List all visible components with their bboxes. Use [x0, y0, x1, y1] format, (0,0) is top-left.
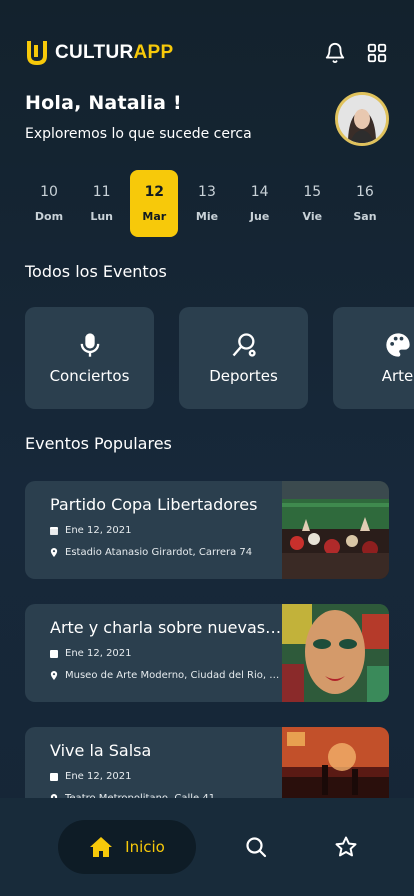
- location-pin-icon: [50, 671, 58, 680]
- category-label: Conciertos: [49, 367, 130, 385]
- microphone-icon: [80, 333, 99, 357]
- category-card-deportes[interactable]: Deportes: [179, 307, 308, 409]
- event-info: Arte y charla sobre nuevas tendencias En…: [50, 618, 282, 681]
- event-info: Vive la Salsa Ene 12, 2021 Teatro Metrop…: [50, 741, 282, 804]
- category-label: Deportes: [209, 367, 278, 385]
- event-card[interactable]: Arte y charla sobre nuevas tendencias En…: [25, 604, 389, 702]
- date-number: 10: [40, 184, 58, 200]
- date-number: 12: [144, 184, 165, 200]
- date-item[interactable]: 10 Dom: [25, 170, 73, 237]
- event-location-text: Estadio Atanasio Girardot, Carrera 74: [65, 547, 253, 558]
- event-date: Ene 12, 2021: [50, 771, 282, 782]
- app-screen: CULTURAPP Hola, Natalia ! Exploremos lo …: [0, 0, 414, 896]
- user-photo: [338, 95, 386, 143]
- star-icon[interactable]: [334, 835, 358, 859]
- search-icon[interactable]: [244, 835, 268, 859]
- event-date-text: Ene 12, 2021: [65, 771, 132, 782]
- bell-icon: [325, 43, 345, 64]
- grid-icon: [367, 43, 387, 63]
- date-day: Mar: [142, 210, 167, 223]
- nav-home-label: Inicio: [125, 838, 165, 856]
- category-list: Conciertos Deportes Arte: [25, 307, 414, 409]
- date-item[interactable]: 11 Lun: [78, 170, 126, 237]
- event-title: Partido Copa Libertadores: [50, 495, 258, 514]
- brand-name-part1: CULTUR: [55, 42, 134, 63]
- date-number: 14: [250, 184, 269, 200]
- bottom-navigation: Inicio: [0, 798, 414, 896]
- nav-home-button[interactable]: Inicio: [58, 820, 196, 874]
- category-label: Arte: [381, 367, 414, 385]
- date-number: 16: [356, 184, 374, 200]
- greeting-subtitle: Exploremos lo que sucede cerca: [25, 126, 252, 142]
- date-day: Lun: [90, 210, 113, 223]
- event-location: Museo de Arte Moderno, Ciudad del Rio, M…: [50, 670, 282, 681]
- location-pin-icon: [50, 548, 58, 557]
- event-location: Estadio Atanasio Girardot, Carrera 74: [50, 547, 282, 558]
- date-day: Vie: [302, 210, 323, 223]
- event-date: Ene 12, 2021: [50, 648, 282, 659]
- greeting: Hola, Natalia ! Exploremos lo que sucede…: [25, 92, 252, 142]
- date-item[interactable]: 14 Jue: [236, 170, 284, 237]
- menu-grid-button[interactable]: [365, 41, 389, 65]
- brand: CULTURAPP: [25, 40, 173, 66]
- avatar[interactable]: [335, 92, 389, 146]
- section-title-popular: Eventos Populares: [25, 434, 172, 453]
- calendar-icon: [50, 527, 58, 535]
- event-info: Partido Copa Libertadores Ene 12, 2021 E…: [50, 495, 282, 558]
- date-selector: 10 Dom 11 Lun 12 Mar 13 Mie 14 Jue 15 Vie 16 Sa…: [25, 170, 389, 237]
- event-title: Vive la Salsa: [50, 741, 152, 760]
- brand-name: CULTURAPP: [55, 42, 173, 64]
- top-bar: CULTURAPP: [25, 38, 389, 68]
- date-number: 13: [198, 184, 216, 200]
- event-card[interactable]: Partido Copa Libertadores Ene 12, 2021 E…: [25, 481, 389, 579]
- logo-icon: [27, 41, 47, 65]
- racket-icon: [232, 333, 256, 357]
- home-icon: [90, 837, 113, 857]
- date-item[interactable]: 15 Vie: [288, 170, 336, 237]
- date-day: Dom: [34, 210, 64, 223]
- event-date: Ene 12, 2021: [50, 525, 282, 536]
- category-card-arte[interactable]: Arte: [333, 307, 414, 409]
- event-date-text: Ene 12, 2021: [65, 525, 132, 536]
- date-number: 11: [92, 184, 111, 200]
- event-date-text: Ene 12, 2021: [65, 648, 132, 659]
- date-day: Jue: [249, 210, 270, 223]
- greeting-title: Hola, Natalia !: [25, 92, 182, 114]
- date-day: San: [353, 210, 377, 223]
- event-image-stadium: [282, 481, 389, 579]
- date-item-selected[interactable]: 12 Mar: [130, 170, 179, 237]
- palette-icon: [385, 333, 410, 357]
- date-item[interactable]: 16 San: [341, 170, 389, 237]
- category-card-conciertos[interactable]: Conciertos: [25, 307, 154, 409]
- date-day: Mie: [195, 210, 219, 223]
- event-title: Arte y charla sobre nuevas tendencias: [50, 618, 282, 637]
- calendar-icon: [50, 773, 58, 781]
- event-location-text: Museo de Arte Moderno, Ciudad del Rio, M…: [65, 670, 282, 681]
- top-actions: [323, 41, 389, 65]
- calendar-icon: [50, 650, 58, 658]
- brand-name-part2: APP: [133, 42, 174, 63]
- section-title-all-events: Todos los Eventos: [25, 262, 167, 281]
- date-number: 15: [303, 184, 322, 200]
- date-item[interactable]: 13 Mie: [183, 170, 231, 237]
- notifications-button[interactable]: [323, 41, 347, 65]
- event-image-art: [282, 604, 389, 702]
